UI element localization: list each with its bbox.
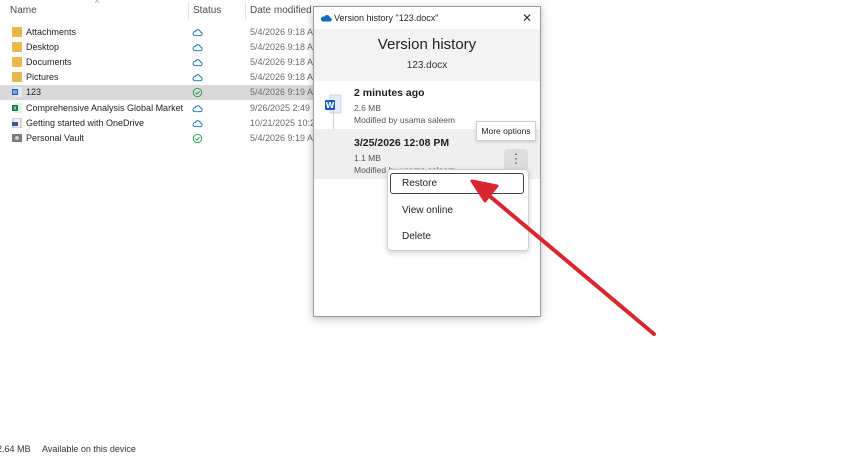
file-name: Getting started with OneDrive: [26, 118, 145, 128]
excel-document-icon: X: [12, 103, 22, 113]
column-divider[interactable]: [245, 2, 246, 20]
file-name: Documents: [26, 57, 72, 67]
cloud-icon: [192, 59, 203, 67]
file-row-123[interactable]: W 123 5/4/2026 9:19 AM: [0, 85, 321, 100]
file-row-desktop[interactable]: Desktop 5/4/2026 9:18 AM: [0, 40, 321, 55]
close-icon[interactable]: ✕: [520, 7, 534, 29]
file-name: Comprehensive Analysis Global Market: [26, 103, 184, 113]
version-history-heading: Version history: [377, 36, 477, 53]
file-date: 5/4/2026 9:18 AM: [250, 72, 321, 82]
folder-icon: [12, 42, 22, 52]
dialog-title: Version history "123.docx": [334, 13, 439, 23]
menu-item-label: Delete: [402, 231, 431, 242]
cloud-icon: [192, 74, 203, 82]
word-document-icon: W: [12, 87, 22, 97]
cloud-icon: [192, 44, 203, 52]
file-date: 5/4/2026 9:18 AM: [250, 27, 321, 37]
dialog-header: Version history 123.docx: [314, 29, 540, 81]
onedrive-icon: [320, 15, 332, 22]
menu-item-restore[interactable]: Restore: [390, 173, 524, 194]
file-row-documents[interactable]: Documents 5/4/2026 9:18 AM: [0, 55, 321, 70]
file-date: 5/4/2026 9:18 AM: [250, 57, 321, 67]
pdf-document-icon: [12, 118, 22, 128]
vault-icon: [12, 134, 22, 142]
folder-icon: [12, 72, 22, 82]
column-header-status[interactable]: Status: [193, 0, 221, 22]
file-name: Attachments: [26, 27, 77, 37]
menu-item-delete[interactable]: Delete: [390, 226, 524, 247]
version-size: 1.1 MB: [354, 153, 381, 163]
availability-status: Available on this device: [42, 444, 136, 454]
dialog-file-name: 123.docx: [406, 60, 448, 71]
version-modified-by: Modified by usama saleem: [354, 115, 456, 125]
file-row-attachments[interactable]: Attachments 5/4/2026 9:18 AM: [0, 25, 321, 40]
caret-up-icon: ^: [95, 0, 100, 8]
more-vertical-icon[interactable]: ⋮: [504, 149, 528, 171]
column-divider[interactable]: [188, 2, 189, 20]
file-row-comprehensive-analysis[interactable]: X Comprehensive Analysis Global Market 9…: [0, 101, 326, 116]
synced-check-icon: [192, 87, 203, 98]
menu-item-view-online[interactable]: View online: [390, 200, 524, 221]
folder-icon: [12, 27, 22, 37]
cloud-icon: [192, 120, 203, 128]
file-date: 10/21/2025 10:23: [250, 118, 321, 128]
menu-item-label: View online: [402, 205, 453, 216]
svg-text:X: X: [13, 106, 17, 112]
file-date: 5/4/2026 9:18 AM: [250, 42, 321, 52]
file-row-personal-vault[interactable]: Personal Vault 5/4/2026 9:19 AM: [0, 131, 321, 146]
version-context-menu: Restore View online Delete: [387, 169, 529, 251]
version-history-dialog: Version history "123.docx" ✕ Version his…: [313, 6, 541, 317]
version-time: 3/25/2026 12:08 PM: [354, 137, 450, 149]
file-row-getting-started[interactable]: Getting started with OneDrive 10/21/2025…: [0, 116, 321, 131]
file-name: 123: [26, 87, 42, 97]
more-options-tooltip: More options: [476, 121, 536, 141]
menu-item-label: Restore: [402, 178, 438, 189]
file-date: 5/4/2026 9:19 AM: [250, 133, 321, 143]
folder-icon: [12, 57, 22, 67]
file-row-pictures[interactable]: Pictures 5/4/2026 9:18 AM: [0, 70, 321, 85]
version-time: 2 minutes ago: [354, 87, 425, 99]
file-name: Pictures: [26, 72, 59, 82]
synced-check-icon: [192, 133, 203, 144]
cloud-icon: [192, 105, 203, 113]
svg-text:W: W: [326, 101, 335, 110]
file-name: Desktop: [26, 42, 60, 52]
cloud-icon: [192, 29, 203, 37]
svg-text:W: W: [13, 90, 18, 96]
column-header-name[interactable]: Name: [10, 0, 37, 22]
selection-size: 2.64 MB: [0, 444, 31, 454]
column-header-date-modified[interactable]: Date modified: [250, 0, 312, 22]
version-size: 2.6 MB: [354, 103, 381, 113]
file-name: Personal Vault: [26, 133, 84, 143]
dialog-title-bar[interactable]: Version history "123.docx" ✕: [314, 7, 540, 29]
file-date: 5/4/2026 9:19 AM: [250, 87, 321, 97]
